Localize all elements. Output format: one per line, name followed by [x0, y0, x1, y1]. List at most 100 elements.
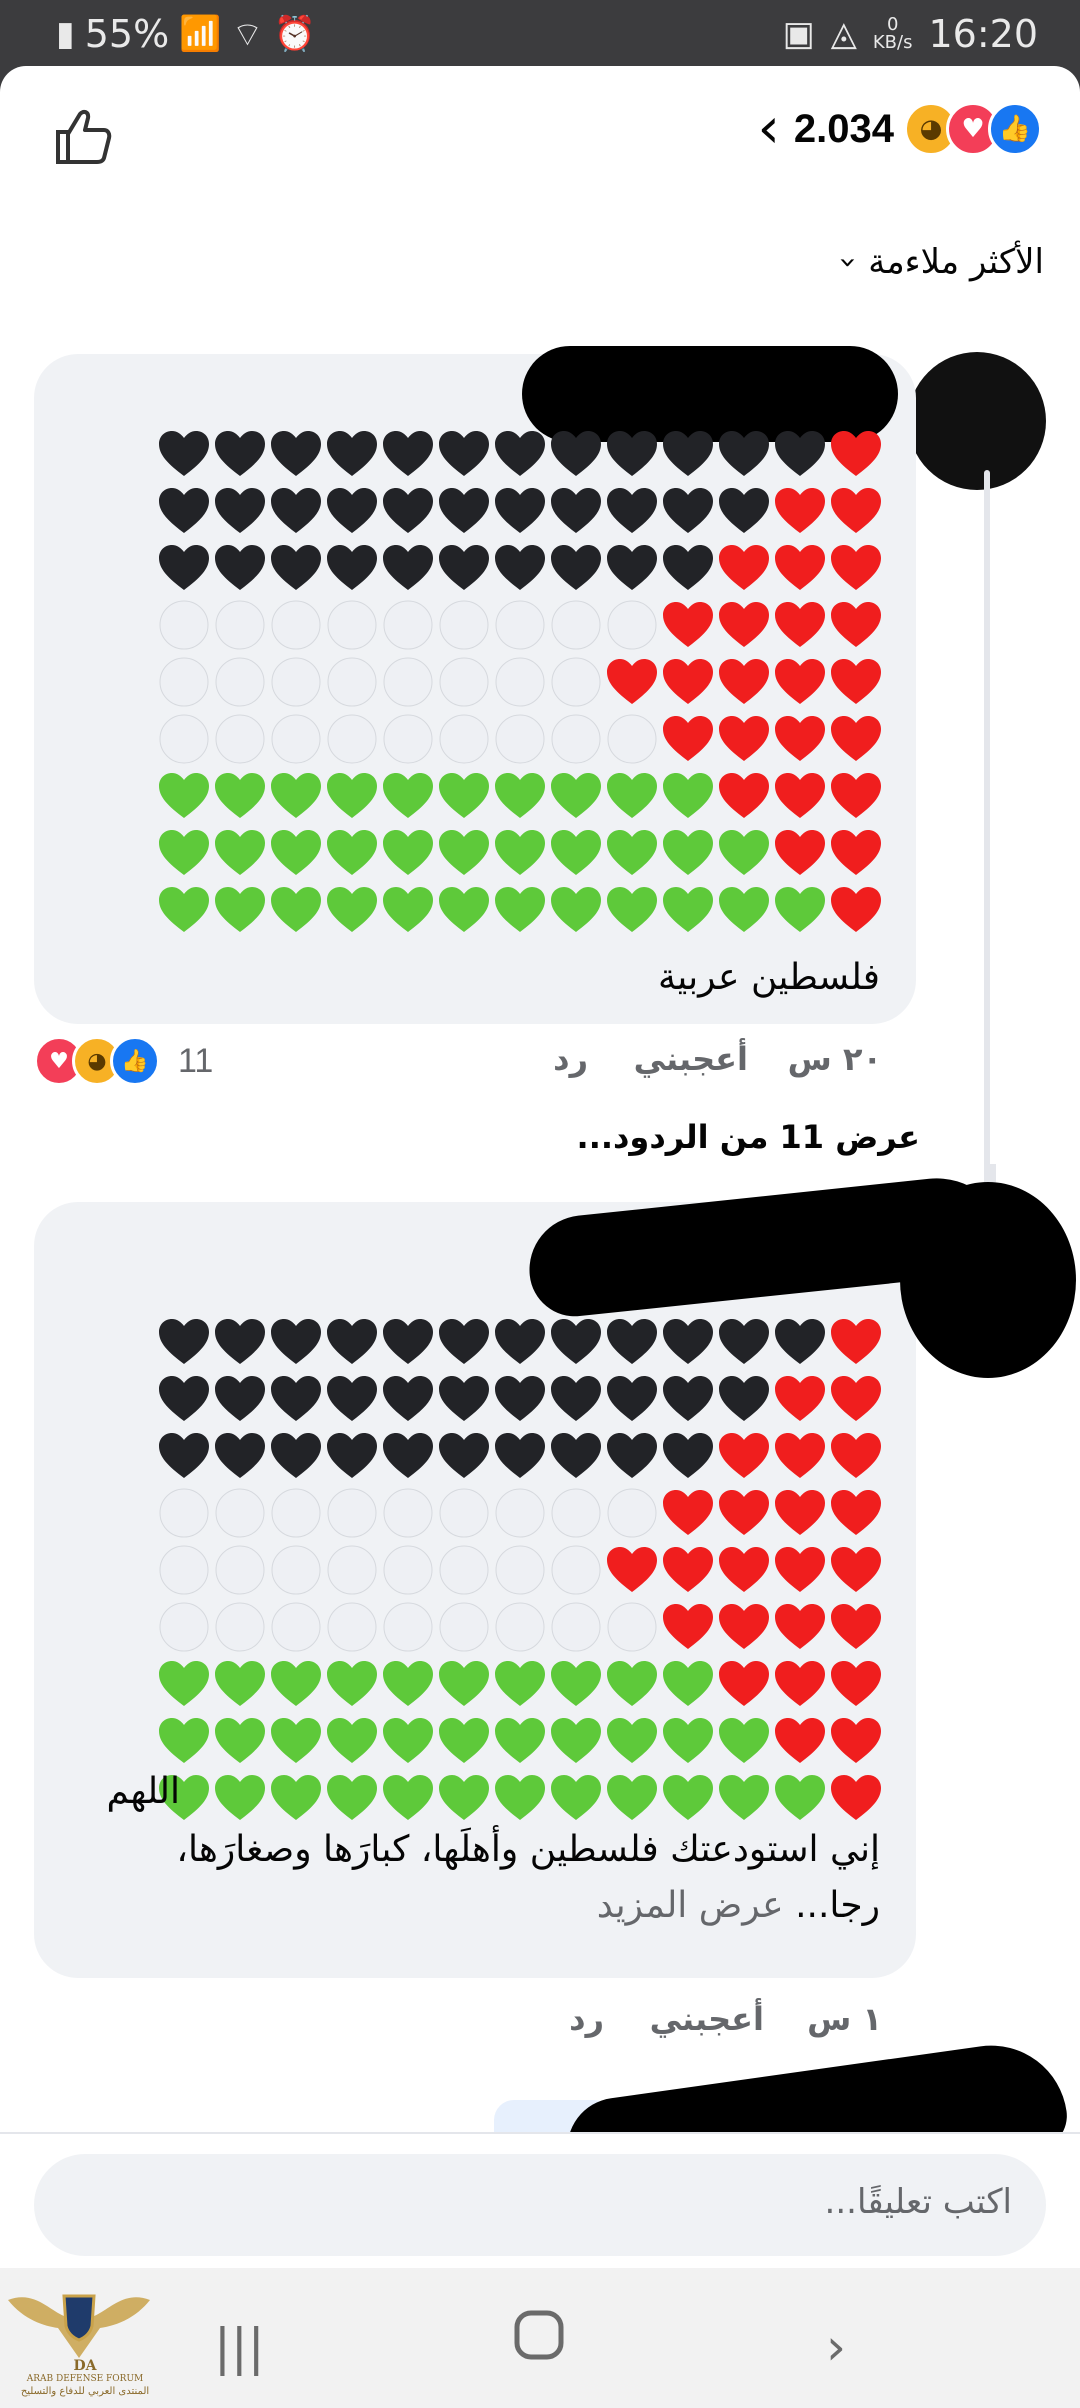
red-heart-icon: [775, 659, 825, 704]
green-heart-icon: [495, 1775, 545, 1820]
green-heart-icon: [775, 887, 825, 932]
comment-reactions[interactable]: ♥ ◕ 👍 11: [34, 1036, 213, 1086]
red-heart-icon: [831, 1661, 881, 1706]
reaction-icons: ◕ ♥ 👍: [904, 102, 1042, 156]
red-heart-icon: [719, 1433, 769, 1478]
white-heart-icon: [383, 714, 433, 764]
green-heart-icon: [439, 1718, 489, 1763]
like-action[interactable]: أعجبني: [650, 2000, 764, 2038]
home-button[interactable]: [512, 2308, 566, 2374]
white-heart-icon: [439, 657, 489, 707]
red-heart-icon: [831, 1433, 881, 1478]
white-heart-icon: [327, 1602, 377, 1652]
green-heart-icon: [383, 887, 433, 932]
black-heart-icon: [327, 545, 377, 590]
reply-action[interactable]: رد: [569, 2000, 604, 2038]
reaction-summary[interactable]: ‹ 2.034 ◕ ♥ 👍: [757, 101, 1042, 157]
black-heart-icon: [383, 545, 433, 590]
black-heart-icon: [551, 488, 601, 533]
like-button[interactable]: [52, 106, 112, 166]
white-heart-icon: [327, 657, 377, 707]
white-heart-icon: [159, 714, 209, 764]
red-heart-icon: [831, 545, 881, 590]
red-heart-icon: [775, 830, 825, 875]
green-heart-icon: [327, 1661, 377, 1706]
reply-action[interactable]: رد: [553, 1040, 588, 1078]
white-heart-icon: [439, 1602, 489, 1652]
red-heart-icon: [775, 1547, 825, 1592]
red-heart-icon: [719, 716, 769, 761]
like-action[interactable]: أعجبني: [634, 1040, 748, 1078]
red-heart-icon: [775, 773, 825, 818]
black-heart-icon: [607, 488, 657, 533]
sort-dropdown[interactable]: الأكثر ملاءمة ‹: [831, 242, 1044, 282]
commenter-avatar[interactable]: [908, 352, 1046, 490]
black-heart-icon: [663, 1376, 713, 1421]
black-heart-icon: [663, 1433, 713, 1478]
black-heart-icon: [271, 488, 321, 533]
black-heart-icon: [383, 1376, 433, 1421]
green-heart-icon: [495, 1718, 545, 1763]
see-more-link[interactable]: عرض المزيد: [597, 1885, 784, 1926]
red-heart-icon: [719, 545, 769, 590]
white-heart-icon: [327, 1488, 377, 1538]
green-heart-icon: [551, 1775, 601, 1820]
black-heart-icon: [327, 1319, 377, 1364]
black-heart-icon: [607, 1376, 657, 1421]
white-heart-icon: [215, 1545, 265, 1595]
black-heart-icon: [551, 431, 601, 476]
white-heart-icon: [271, 1602, 321, 1652]
green-heart-icon: [775, 1775, 825, 1820]
green-heart-icon: [551, 773, 601, 818]
green-heart-icon: [159, 887, 209, 932]
green-heart-icon: [439, 1661, 489, 1706]
red-heart-icon: [719, 602, 769, 647]
redacted-avatar: [900, 1182, 1076, 1378]
red-heart-icon: [663, 602, 713, 647]
black-heart-icon: [719, 1376, 769, 1421]
wifi-icon: ⌔: [231, 14, 264, 55]
green-heart-icon: [607, 1661, 657, 1706]
black-heart-icon: [439, 488, 489, 533]
view-replies-link[interactable]: عرض 11 من الردود...: [577, 1118, 920, 1156]
green-heart-icon: [159, 1661, 209, 1706]
green-heart-icon: [607, 830, 657, 875]
green-heart-icon: [271, 830, 321, 875]
black-heart-icon: [663, 545, 713, 590]
red-heart-icon: [719, 659, 769, 704]
green-heart-icon: [719, 887, 769, 932]
white-heart-icon: [271, 1545, 321, 1595]
black-heart-icon: [607, 431, 657, 476]
white-heart-icon: [495, 600, 545, 650]
red-heart-icon: [775, 488, 825, 533]
black-heart-icon: [607, 1319, 657, 1364]
green-heart-icon: [383, 773, 433, 818]
white-heart-icon: [551, 714, 601, 764]
green-heart-icon: [719, 1718, 769, 1763]
green-heart-icon: [383, 1775, 433, 1820]
recent-apps-button[interactable]: |||: [214, 2318, 265, 2376]
white-heart-icon: [383, 1545, 433, 1595]
red-heart-icon: [831, 887, 881, 932]
green-heart-icon: [271, 887, 321, 932]
black-heart-icon: [439, 545, 489, 590]
green-heart-icon: [327, 887, 377, 932]
green-heart-icon: [551, 1718, 601, 1763]
green-heart-icon: [719, 1775, 769, 1820]
white-heart-icon: [551, 1602, 601, 1652]
green-heart-icon: [271, 1661, 321, 1706]
black-heart-icon: [551, 1376, 601, 1421]
black-heart-icon: [383, 1319, 433, 1364]
white-heart-icon: [495, 657, 545, 707]
battery-level: 55%: [84, 12, 170, 56]
black-heart-icon: [327, 488, 377, 533]
black-heart-icon: [663, 1319, 713, 1364]
black-heart-icon: [215, 1433, 265, 1478]
black-heart-icon: [495, 1376, 545, 1421]
comment-input[interactable]: اكتب تعليقًا...: [34, 2154, 1046, 2256]
red-heart-icon: [775, 1661, 825, 1706]
red-heart-icon: [775, 1490, 825, 1535]
back-button[interactable]: ›: [826, 2318, 846, 2376]
red-heart-icon: [719, 1661, 769, 1706]
signal-icon: 📶: [179, 14, 222, 54]
